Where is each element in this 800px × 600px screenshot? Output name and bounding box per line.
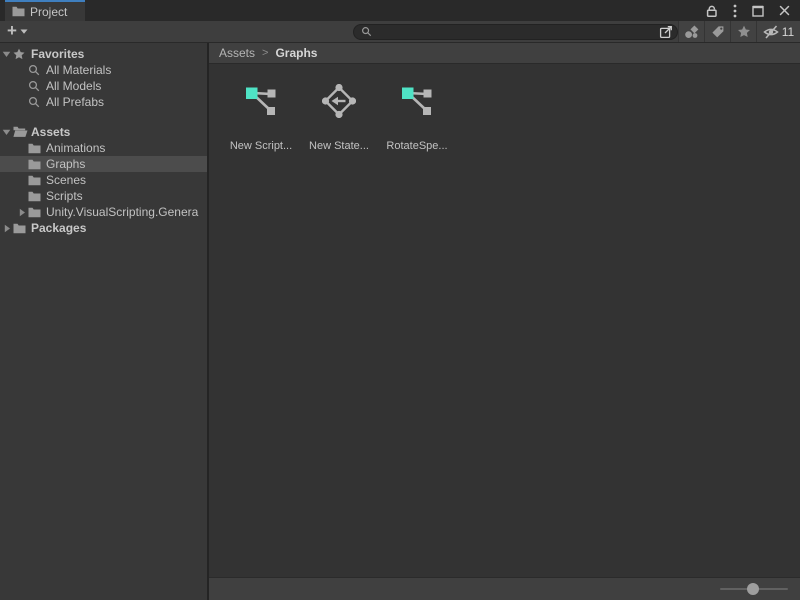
breadcrumb-graphs[interactable]: Graphs — [275, 46, 317, 60]
sidebar-item-label: All Materials — [45, 63, 111, 77]
script-graph-icon — [400, 84, 434, 118]
breadcrumb-separator: > — [262, 47, 268, 59]
folder-icon — [28, 191, 45, 202]
filter-by-type-button[interactable] — [678, 21, 704, 42]
close-icon[interactable] — [779, 5, 790, 16]
asset-label: New State... — [309, 140, 369, 152]
project-window-body: Favorites All Materials All Models All P… — [0, 43, 800, 600]
sidebar-item-label: Scenes — [45, 173, 86, 187]
add-asset-button[interactable]: + — [0, 21, 34, 42]
sidebar-item-label: Animations — [45, 141, 105, 155]
menu-dots-icon[interactable] — [733, 4, 737, 18]
breadcrumb-assets[interactable]: Assets — [219, 46, 255, 60]
sidebar-item-all-models[interactable]: All Models — [0, 78, 207, 94]
asset-item-new-script[interactable]: New Script... — [223, 84, 299, 152]
sidebar-item-label: Assets — [30, 125, 70, 139]
sidebar-item-label: Scripts — [45, 189, 83, 203]
search-icon — [28, 80, 45, 92]
sidebar-item-scenes[interactable]: Scenes — [0, 172, 207, 188]
sidebar-item-scripts[interactable]: Scripts — [0, 188, 207, 204]
asset-item-new-state[interactable]: New State... — [301, 84, 377, 152]
search-field[interactable] — [353, 24, 678, 40]
folder-icon — [12, 6, 25, 17]
eye-slash-icon — [763, 25, 779, 39]
asset-grid: New Script... New State... — [209, 64, 800, 577]
star-icon — [737, 25, 751, 38]
sidebar-item-packages[interactable]: Packages — [0, 220, 207, 236]
hidden-count: 11 — [782, 25, 794, 39]
folder-icon — [28, 143, 45, 154]
sidebar-item-animations[interactable]: Animations — [0, 140, 207, 156]
search-input[interactable] — [376, 26, 655, 38]
unlock-icon[interactable] — [705, 4, 718, 18]
caret-right-icon[interactable] — [15, 208, 28, 217]
filter-by-label-button[interactable] — [704, 21, 730, 42]
search-icon — [361, 26, 372, 37]
asset-label: New Script... — [230, 140, 292, 152]
caret-down-icon[interactable] — [0, 50, 13, 58]
sidebar-item-favorites[interactable]: Favorites — [0, 46, 207, 62]
sidebar-item-visualscripting-generated[interactable]: Unity.VisualScripting.Genera — [0, 204, 207, 220]
tab-label: Project — [30, 5, 67, 19]
window-controls — [705, 0, 800, 21]
folder-icon — [28, 207, 45, 218]
caret-down-icon[interactable] — [0, 128, 13, 136]
sidebar-item-label: Packages — [30, 221, 86, 235]
folder-tree-sidebar: Favorites All Materials All Models All P… — [0, 43, 207, 600]
folder-icon — [13, 223, 30, 234]
status-bar — [209, 577, 800, 600]
tab-bar: Project — [0, 0, 800, 21]
sidebar-item-label: Graphs — [45, 157, 85, 171]
asset-item-rotatespeed[interactable]: RotateSpe... — [379, 84, 455, 152]
hidden-packages-toggle[interactable]: 11 — [756, 21, 800, 42]
thumbnail-zoom-slider[interactable] — [720, 582, 788, 596]
tab-project[interactable]: Project — [5, 0, 85, 21]
sidebar-item-assets[interactable]: Assets — [0, 124, 207, 140]
folder-icon — [28, 175, 45, 186]
project-toolbar: + — [0, 21, 800, 43]
slider-knob[interactable] — [747, 583, 759, 595]
asset-label: RotateSpe... — [386, 140, 447, 152]
tag-icon — [711, 25, 725, 39]
plus-icon: + — [7, 22, 17, 39]
sidebar-item-label: Favorites — [30, 47, 84, 61]
folder-open-icon — [13, 126, 30, 138]
search-icon — [28, 96, 45, 108]
star-icon — [13, 48, 30, 60]
save-search-button[interactable] — [730, 21, 756, 42]
state-graph-icon — [322, 84, 356, 118]
maximize-icon[interactable] — [752, 5, 764, 17]
sidebar-item-label: All Prefabs — [45, 95, 104, 109]
sidebar-item-label: All Models — [45, 79, 101, 93]
open-search-panel-icon[interactable] — [659, 25, 673, 39]
sidebar-item-label: Unity.VisualScripting.Genera — [45, 205, 198, 219]
asset-browser: Assets > Graphs New Script... — [209, 43, 800, 600]
search-icon — [28, 64, 45, 76]
folder-icon — [28, 159, 45, 170]
script-graph-icon — [244, 84, 278, 118]
caret-right-icon[interactable] — [0, 224, 13, 233]
sidebar-item-all-materials[interactable]: All Materials — [0, 62, 207, 78]
chevron-down-icon — [20, 29, 28, 34]
sidebar-item-graphs[interactable]: Graphs — [0, 156, 207, 172]
breadcrumb: Assets > Graphs — [209, 43, 800, 64]
shapes-icon — [684, 25, 699, 39]
sidebar-item-all-prefabs[interactable]: All Prefabs — [0, 94, 207, 110]
